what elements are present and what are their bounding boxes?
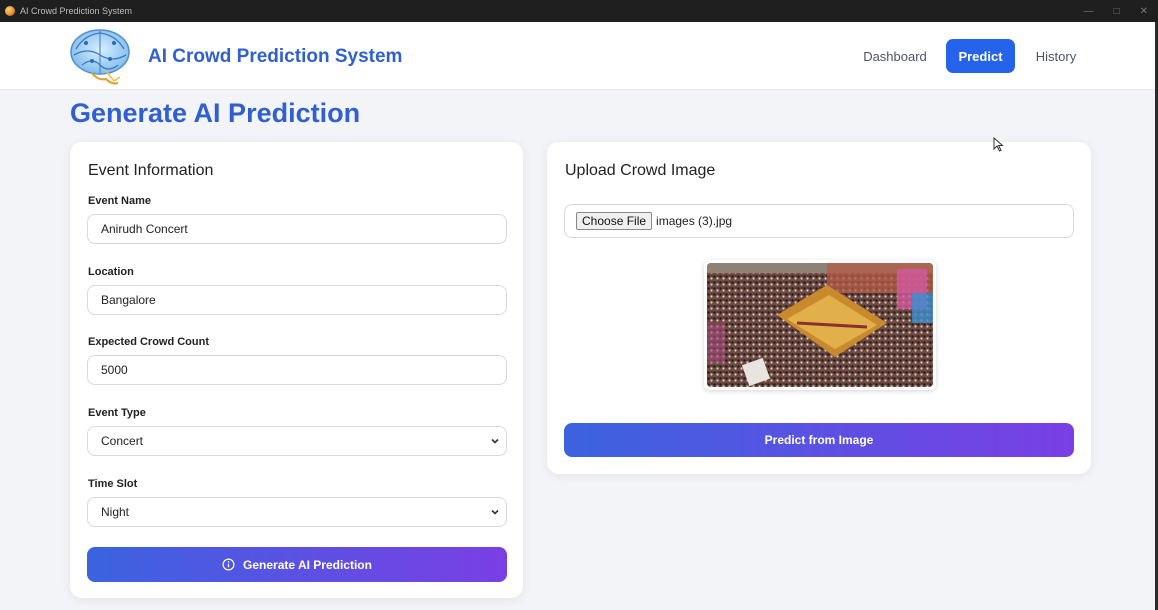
upload-crowd-image-card: Upload Crowd Image Choose File images (3… [547, 142, 1091, 474]
crowd-photo [707, 263, 933, 387]
chevron-down-icon [491, 438, 499, 444]
generate-prediction-button[interactable]: Generate AI Prediction [87, 547, 507, 582]
mouse-cursor-icon [993, 137, 1004, 152]
time-slot-select[interactable]: Night [87, 497, 507, 527]
crowd-count-label: Expected Crowd Count [88, 336, 210, 348]
event-name-value: Anirudh Concert [101, 222, 188, 236]
info-circle-icon [222, 558, 235, 571]
restore-icon[interactable]: □ [1114, 6, 1120, 17]
crowd-count-value: 5000 [101, 363, 128, 377]
nav-dashboard[interactable]: Dashboard [856, 39, 934, 73]
event-information-card: Event Information Event Name Anirudh Con… [70, 142, 523, 598]
brand-title: AI Crowd Prediction System [148, 46, 403, 67]
file-input[interactable]: Choose File images (3).jpg [564, 204, 1074, 238]
generate-prediction-label: Generate AI Prediction [243, 557, 372, 572]
crowd-image-preview [704, 260, 936, 390]
location-label: Location [88, 266, 134, 278]
event-type-label: Event Type [88, 407, 146, 419]
close-icon[interactable]: ✕ [1140, 6, 1148, 17]
window-controls: — □ ✕ [1084, 0, 1148, 22]
page-title: Generate AI Prediction [70, 98, 361, 128]
predict-from-image-button[interactable]: Predict from Image [564, 423, 1074, 457]
crowd-count-input[interactable]: 5000 [87, 355, 507, 385]
time-slot-label: Time Slot [88, 478, 138, 490]
location-value: Bangalore [101, 293, 156, 307]
chevron-down-icon [491, 509, 499, 515]
window-titlebar: AI Crowd Prediction System — □ ✕ [0, 0, 1158, 22]
app-icon [5, 6, 15, 16]
upload-heading: Upload Crowd Image [565, 162, 716, 179]
event-name-input[interactable]: Anirudh Concert [87, 214, 507, 244]
window-title: AI Crowd Prediction System [20, 6, 133, 16]
minimize-icon[interactable]: — [1084, 6, 1094, 17]
time-slot-value: Night [101, 505, 130, 519]
nav-predict[interactable]: Predict [946, 39, 1015, 73]
location-input[interactable]: Bangalore [87, 285, 507, 315]
event-type-select[interactable]: Concert [87, 426, 507, 456]
selected-file-name: images (3).jpg [656, 214, 733, 228]
choose-file-button[interactable]: Choose File [576, 212, 653, 230]
nav-history[interactable]: History [1024, 39, 1088, 73]
brain-circuit-logo [62, 25, 140, 87]
event-type-value: Concert [101, 434, 144, 448]
top-navbar: AI Crowd Prediction System Dashboard Pre… [0, 22, 1158, 90]
event-name-label: Event Name [88, 195, 151, 207]
event-information-heading: Event Information [88, 162, 214, 179]
